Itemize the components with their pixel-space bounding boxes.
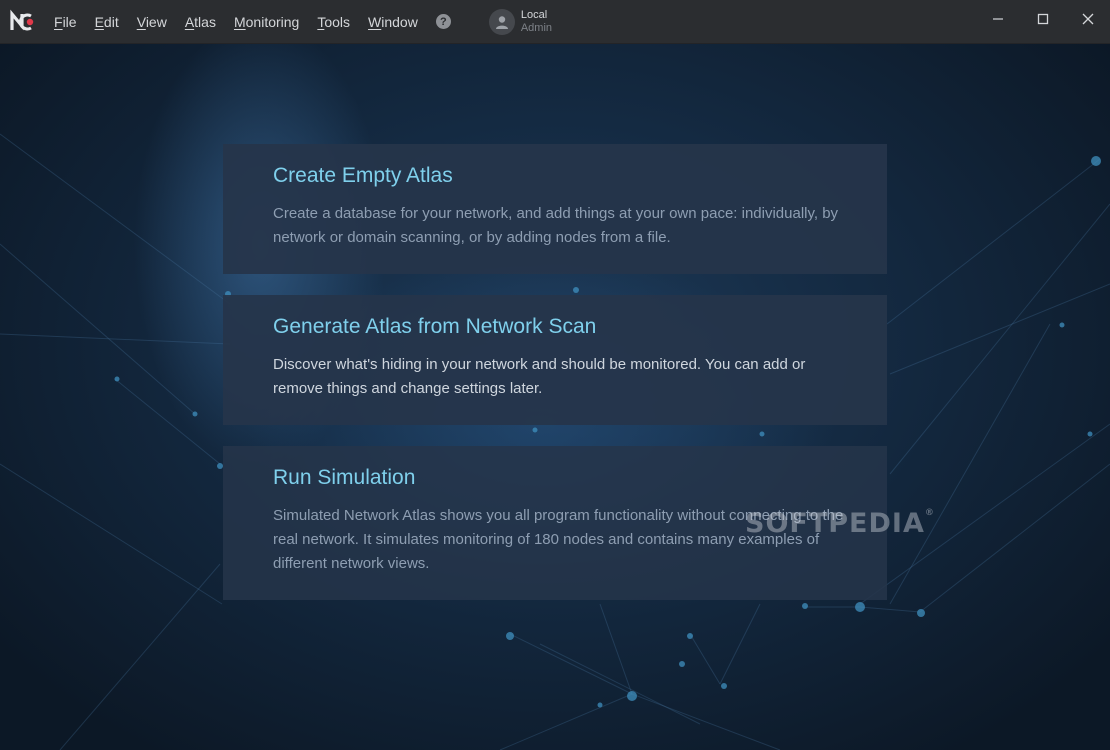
card-description: Discover what's hiding in your network a…: [273, 356, 806, 397]
menu-tools[interactable]: Tools: [308, 0, 359, 44]
app-logo-icon: [9, 9, 35, 35]
card-description: Create a database for your network, and …: [273, 205, 839, 246]
minimize-icon[interactable]: [975, 1, 1020, 37]
menu-atlas[interactable]: Atlas: [176, 0, 225, 44]
window-controls: [975, 0, 1110, 38]
create-empty-atlas-card[interactable]: Create Empty Atlas Create a database for…: [223, 144, 887, 274]
app-window: File Edit View Atlas Monitoring Tools Wi…: [0, 0, 1110, 750]
menu-bar: File Edit View Atlas Monitoring Tools Wi…: [45, 0, 427, 44]
card-title: Run Simulation: [273, 466, 416, 489]
generate-atlas-card[interactable]: Generate Atlas from Network Scan Discove…: [223, 295, 887, 425]
close-icon[interactable]: [1065, 1, 1110, 37]
title-bar: File Edit View Atlas Monitoring Tools Wi…: [0, 0, 1110, 44]
menu-window[interactable]: Window: [359, 0, 427, 44]
card-title: Create Empty Atlas: [273, 164, 453, 187]
user-name: Local: [520, 8, 548, 21]
user-avatar-icon: [488, 8, 515, 35]
menu-file[interactable]: File: [45, 0, 86, 44]
menu-monitoring[interactable]: Monitoring: [225, 0, 308, 44]
maximize-icon[interactable]: [1020, 1, 1065, 37]
card-title: Generate Atlas from Network Scan: [273, 315, 597, 338]
menu-view[interactable]: View: [128, 0, 176, 44]
help-icon[interactable]: ?: [435, 14, 451, 29]
user-info: Local Admin: [521, 9, 552, 35]
menu-edit[interactable]: Edit: [86, 0, 128, 44]
user-account[interactable]: Local Admin: [488, 8, 552, 35]
user-role: Admin: [520, 21, 553, 34]
watermark: SOFTPEDIA®: [745, 508, 935, 539]
